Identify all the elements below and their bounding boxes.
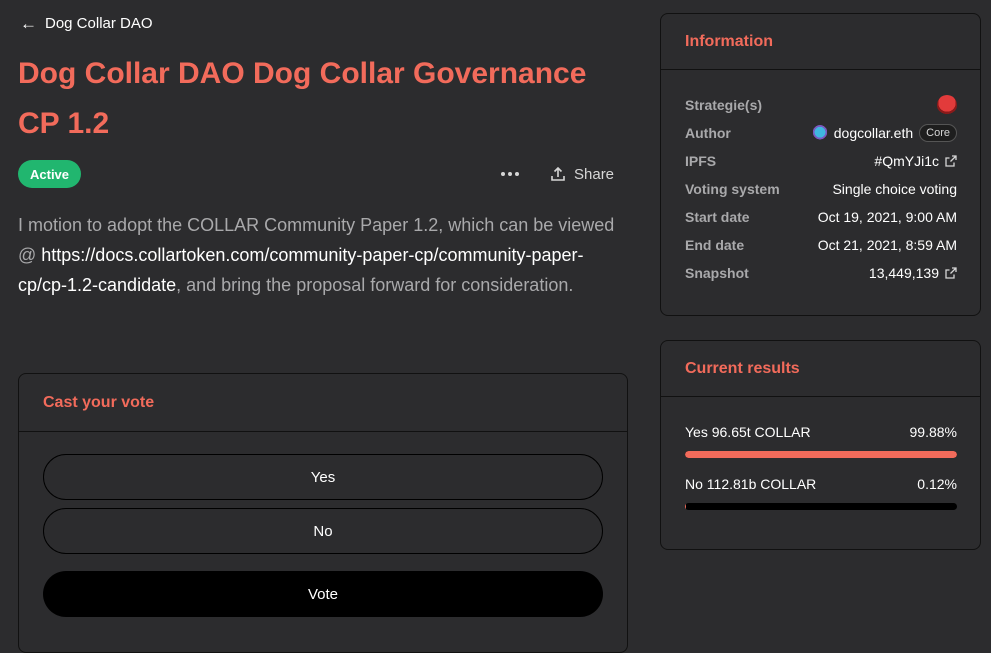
result-yes-bar xyxy=(685,451,957,458)
proposal-actions: Active Share xyxy=(18,160,618,190)
dot-icon xyxy=(508,172,512,176)
strategy-token-icon[interactable] xyxy=(937,95,957,115)
info-row-snapshot: Snapshot 13,449,139 xyxy=(685,262,957,284)
info-row-end-date: End date Oct 21, 2021, 8:59 AM xyxy=(685,234,957,256)
ipfs-link[interactable]: #QmYJi1c xyxy=(874,153,957,169)
cast-vote-card: Cast your vote Yes No Vote xyxy=(18,373,628,653)
share-icon xyxy=(551,166,565,181)
snapshot-label: Snapshot xyxy=(685,265,749,281)
choice-yes-button[interactable]: Yes xyxy=(43,454,603,500)
voting-system-label: Voting system xyxy=(685,181,780,197)
info-row-voting-system: Voting system Single choice voting xyxy=(685,178,957,200)
external-link-icon xyxy=(945,267,957,279)
result-no-label: No 112.81b COLLAR xyxy=(685,476,817,492)
proposal-title: Dog Collar DAO Dog Collar Governance CP … xyxy=(18,57,587,140)
end-date-value: Oct 21, 2021, 8:59 AM xyxy=(817,237,957,253)
start-date-label: Start date xyxy=(685,209,750,225)
result-row-yes: Yes 96.65t COLLAR 99.88% xyxy=(685,422,957,442)
information-heading: Information xyxy=(661,14,980,70)
external-link-icon xyxy=(945,155,957,167)
info-row-start-date: Start date Oct 19, 2021, 9:00 AM xyxy=(685,206,957,228)
more-options-button[interactable] xyxy=(498,162,522,186)
result-no-bar-fill xyxy=(685,503,687,510)
share-button[interactable]: Share xyxy=(550,162,614,186)
voting-system-value: Single choice voting xyxy=(832,181,957,197)
body-text-end: , and bring the proposal forward for con… xyxy=(176,275,574,295)
information-card: Information Strategie(s) Author dogcolla… xyxy=(660,13,981,316)
status-badge: Active xyxy=(18,160,82,188)
cast-vote-heading: Cast your vote xyxy=(19,374,627,432)
dot-icon xyxy=(501,172,505,176)
info-row-strategies: Strategie(s) xyxy=(685,94,957,116)
snapshot-value: 13,449,139 xyxy=(868,265,939,281)
choice-no-button[interactable]: No xyxy=(43,508,603,554)
dot-icon xyxy=(515,172,519,176)
vote-submit-button[interactable]: Vote xyxy=(43,571,603,617)
ipfs-value: #QmYJi1c xyxy=(874,153,939,169)
results-heading: Current results xyxy=(661,341,980,397)
result-no-percent: 0.12% xyxy=(917,476,957,492)
result-yes-bar-fill xyxy=(685,451,957,458)
proposal-body: I motion to adopt the COLLAR Community P… xyxy=(18,210,618,300)
start-date-value: Oct 19, 2021, 9:00 AM xyxy=(817,209,957,225)
core-badge: Core xyxy=(919,124,957,142)
strategies-label: Strategie(s) xyxy=(685,97,763,113)
info-row-ipfs: IPFS #QmYJi1c xyxy=(685,150,957,172)
arrow-left-icon: ← xyxy=(20,13,37,33)
back-link[interactable]: ← Dog Collar DAO xyxy=(20,13,153,33)
result-row-no: No 112.81b COLLAR 0.12% xyxy=(685,474,957,494)
result-no-bar xyxy=(685,503,957,510)
end-date-label: End date xyxy=(685,237,745,253)
result-yes-percent: 99.88% xyxy=(909,424,957,440)
info-row-author: Author dogcollar.eth Core xyxy=(685,122,957,144)
current-results-card: Current results Yes 96.65t COLLAR 99.88%… xyxy=(660,340,981,550)
share-label: Share xyxy=(574,165,615,183)
author-name-link[interactable]: dogcollar.eth xyxy=(834,125,913,141)
ipfs-label: IPFS xyxy=(685,153,717,169)
author-label: Author xyxy=(685,125,731,141)
back-link-label: Dog Collar DAO xyxy=(45,14,153,32)
result-yes-label: Yes 96.65t COLLAR xyxy=(685,424,811,440)
snapshot-link[interactable]: 13,449,139 xyxy=(869,265,957,281)
author-avatar xyxy=(811,125,828,141)
